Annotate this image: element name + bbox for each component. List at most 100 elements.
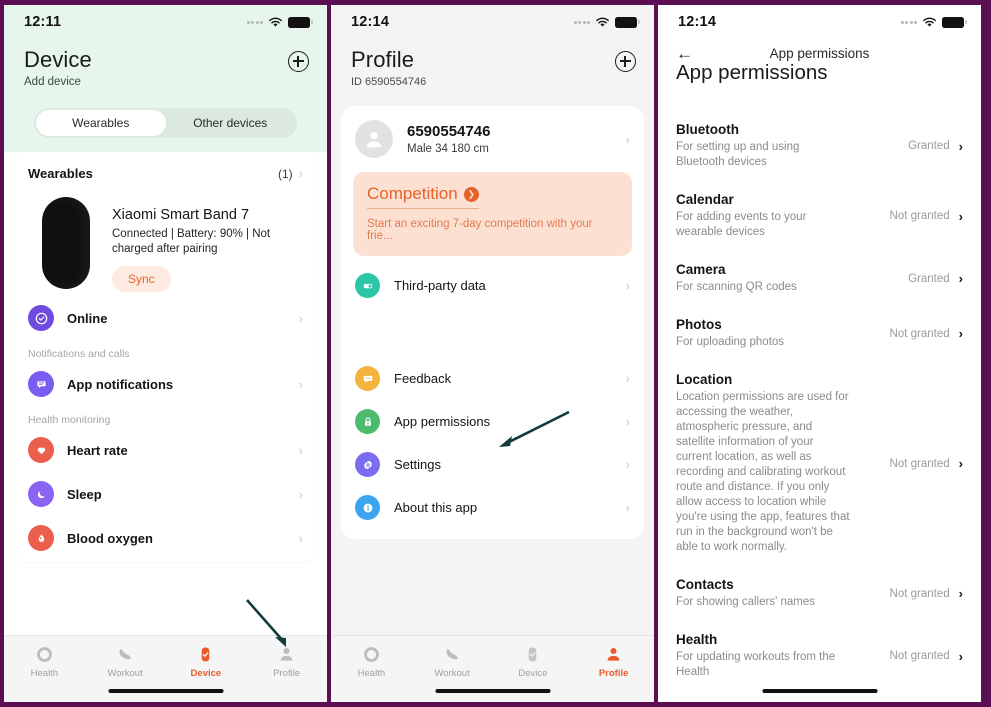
signal-dots-icon bbox=[900, 20, 917, 24]
tab-workout[interactable]: Workout bbox=[412, 644, 493, 679]
list-item-feedback[interactable]: Feedback › bbox=[341, 357, 644, 400]
permission-row-health[interactable]: Health For updating workouts from the He… bbox=[676, 621, 963, 691]
chevron-right-icon: › bbox=[298, 376, 303, 392]
profile-meta: Male 34 180 cm bbox=[407, 143, 489, 155]
phone-profile-screen: 12:14 Profile ID 6590554746 6590554746 M… bbox=[331, 5, 654, 702]
tab-device[interactable]: Device bbox=[166, 644, 247, 679]
check-circle-icon bbox=[28, 305, 54, 331]
segmented-control[interactable]: Wearables Other devices bbox=[34, 108, 297, 138]
nav-title: App permissions bbox=[769, 45, 870, 61]
chevron-right-icon: › bbox=[625, 414, 630, 429]
page-subtitle: ID 6590554746 bbox=[351, 76, 427, 88]
battery-icon bbox=[288, 16, 313, 28]
permission-row-bluetooth[interactable]: Bluetooth For setting up and using Bluet… bbox=[676, 111, 963, 181]
list-item-app-permissions[interactable]: App permissions › bbox=[341, 400, 644, 443]
list-item-label: Third-party data bbox=[394, 278, 486, 293]
chevron-right-icon: › bbox=[298, 486, 303, 502]
permission-name: Bluetooth bbox=[676, 122, 739, 137]
bottom-tab-bar: Health Workout Device Profile bbox=[4, 635, 327, 702]
tab-device[interactable]: Device bbox=[493, 644, 574, 679]
permission-name: Contacts bbox=[676, 577, 734, 592]
list-item-third-party-data[interactable]: Third-party data › bbox=[341, 264, 644, 307]
list-item-heart-rate[interactable]: Heart rate › bbox=[14, 428, 317, 472]
add-button[interactable] bbox=[615, 51, 636, 72]
permission-row-contacts[interactable]: Contacts For showing callers' names Not … bbox=[676, 566, 963, 621]
list-item-sleep[interactable]: Sleep › bbox=[14, 472, 317, 516]
home-indicator bbox=[762, 688, 877, 693]
permission-desc: For updating workouts from the Health bbox=[676, 651, 836, 678]
chevron-right-icon: › bbox=[298, 310, 303, 326]
wearables-card: Wearables (1) › Xiaomi Smart Band 7 Conn… bbox=[14, 152, 317, 562]
tab-health[interactable]: Health bbox=[331, 644, 412, 679]
list-item-blood-oxygen[interactable]: Blood oxygen › bbox=[14, 516, 317, 560]
tab-health[interactable]: Health bbox=[4, 644, 85, 679]
permission-row-location[interactable]: Location Location permissions are used f… bbox=[676, 361, 963, 566]
profile-row[interactable]: 6590554746 Male 34 180 cm › bbox=[341, 106, 644, 166]
tab-label: Device bbox=[190, 668, 222, 679]
list-item-app-notifications[interactable]: App notifications › bbox=[14, 362, 317, 406]
wearables-card-title: Wearables bbox=[28, 166, 93, 181]
permission-state: Not granted bbox=[889, 457, 950, 470]
list-item-settings[interactable]: Settings › bbox=[341, 443, 644, 486]
competition-subtitle: Start an exciting 7-day competition with… bbox=[367, 218, 593, 242]
wifi-icon bbox=[268, 17, 283, 28]
tab-other-devices[interactable]: Other devices bbox=[166, 110, 296, 136]
toggle-icon bbox=[355, 273, 380, 298]
permission-text: Photos For uploading photos bbox=[676, 317, 890, 350]
permission-text: Bluetooth For setting up and using Bluet… bbox=[676, 122, 908, 170]
list-item-online[interactable]: Online › bbox=[14, 296, 317, 340]
list-item-about-this-app[interactable]: About this app › bbox=[341, 486, 644, 529]
page-header: Profile ID 6590554746 bbox=[331, 39, 654, 88]
heart-icon bbox=[28, 437, 54, 463]
shoe-icon bbox=[85, 644, 166, 665]
sync-button[interactable]: Sync bbox=[112, 266, 171, 292]
ring-icon bbox=[4, 644, 85, 665]
tab-profile[interactable]: Profile bbox=[246, 644, 327, 679]
chevron-right-icon: › bbox=[958, 138, 963, 154]
group-title-notifications: Notifications and calls bbox=[28, 348, 130, 360]
smart-band-image bbox=[42, 197, 90, 289]
permission-row-photos[interactable]: Photos For uploading photos Not granted … bbox=[676, 306, 963, 361]
tab-label: Health bbox=[357, 668, 386, 679]
permission-name: Calendar bbox=[676, 192, 734, 207]
chevron-right-icon: › bbox=[298, 530, 303, 546]
tab-label: Profile bbox=[273, 668, 301, 679]
competition-banner[interactable]: Competition ❯ Start an exciting 7-day co… bbox=[353, 172, 632, 256]
competition-title: Competition bbox=[367, 184, 458, 203]
permission-name: Photos bbox=[676, 317, 722, 332]
chevron-right-icon: › bbox=[958, 326, 963, 341]
device-status: Connected | Battery: 90% | Not charged a… bbox=[112, 228, 271, 255]
wearables-card-header[interactable]: Wearables (1) › bbox=[14, 152, 317, 189]
chevron-right-icon: › bbox=[625, 371, 630, 386]
profile-text: 6590554746 Male 34 180 cm bbox=[407, 123, 626, 155]
chat-bubble-icon bbox=[28, 371, 54, 397]
device-header-area: 12:11 Device Add device Wearables Other … bbox=[4, 5, 327, 152]
tab-workout[interactable]: Workout bbox=[85, 644, 166, 679]
tab-profile[interactable]: Profile bbox=[573, 644, 654, 679]
permission-name: Location bbox=[676, 372, 733, 387]
permission-list: Bluetooth For setting up and using Bluet… bbox=[658, 111, 981, 691]
list-item-label: Online bbox=[67, 310, 108, 326]
permission-row-camera[interactable]: Camera For scanning QR codes Granted › bbox=[676, 251, 963, 306]
chevron-right-icon: › bbox=[958, 586, 963, 601]
phone-device-screen: 12:11 Device Add device Wearables Other … bbox=[4, 5, 327, 702]
profile-card: 6590554746 Male 34 180 cm › Competition … bbox=[341, 106, 644, 539]
permission-row-calendar[interactable]: Calendar For adding events to your weara… bbox=[676, 181, 963, 251]
person-icon bbox=[573, 644, 654, 665]
profile-id: 6590554746 bbox=[407, 123, 491, 140]
signal-dots-icon bbox=[246, 20, 263, 24]
battery-icon bbox=[942, 16, 967, 28]
tab-wearables[interactable]: Wearables bbox=[36, 110, 166, 136]
chevron-right-icon: › bbox=[298, 442, 303, 458]
permission-text: Calendar For adding events to your weara… bbox=[676, 192, 890, 240]
device-summary-row[interactable]: Xiaomi Smart Band 7 Connected | Battery:… bbox=[14, 189, 317, 296]
chevron-right-icon: › bbox=[625, 500, 630, 515]
status-bar: 12:14 bbox=[331, 5, 654, 39]
chevron-right-icon: › bbox=[958, 648, 963, 664]
chevron-right-icon: › bbox=[958, 271, 963, 286]
bottom-tab-bar: Health Workout Device Profile bbox=[331, 635, 654, 702]
wearables-count: (1) bbox=[277, 166, 293, 181]
add-device-button[interactable] bbox=[288, 51, 309, 72]
tab-label: Health bbox=[30, 668, 59, 679]
page-title: Device bbox=[24, 47, 92, 72]
